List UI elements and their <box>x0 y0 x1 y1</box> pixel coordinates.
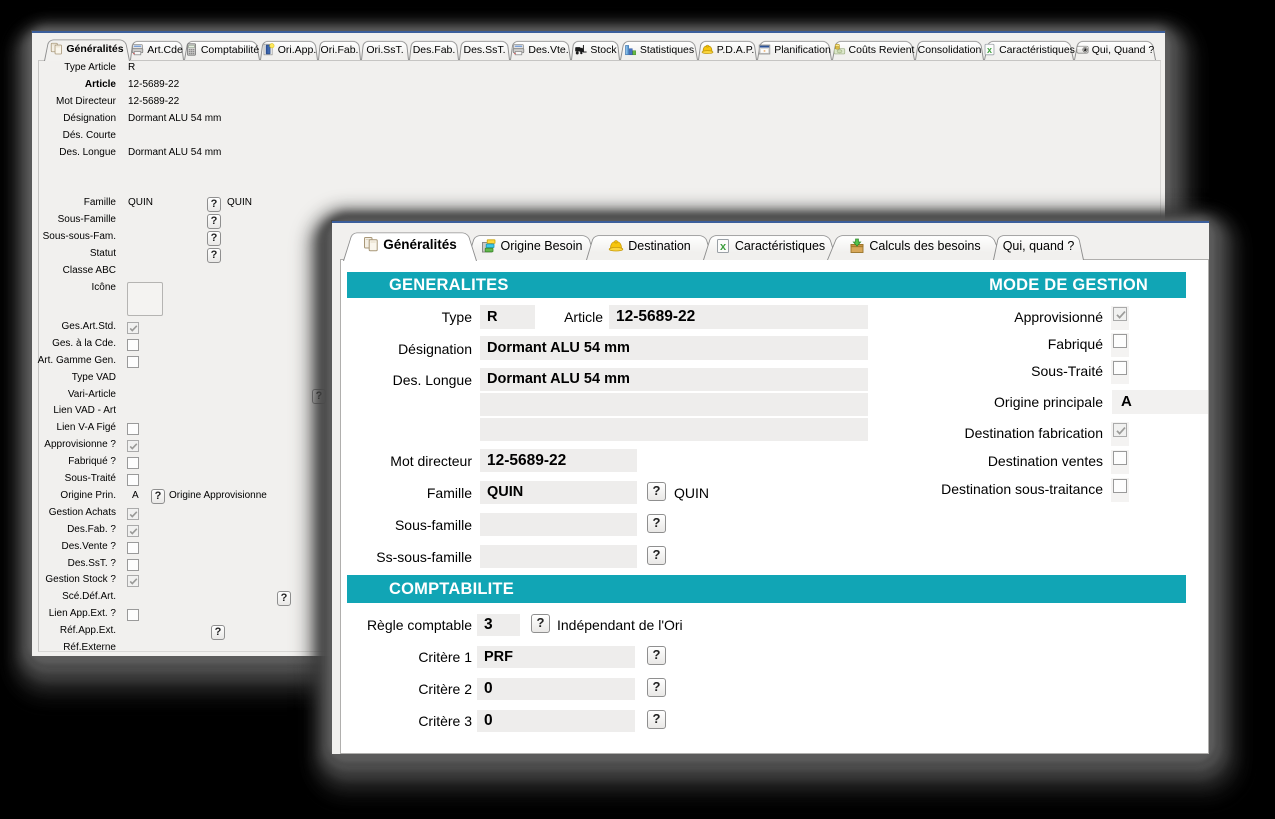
svg-text:x: x <box>720 241 727 253</box>
svg-text:x: x <box>987 45 992 55</box>
